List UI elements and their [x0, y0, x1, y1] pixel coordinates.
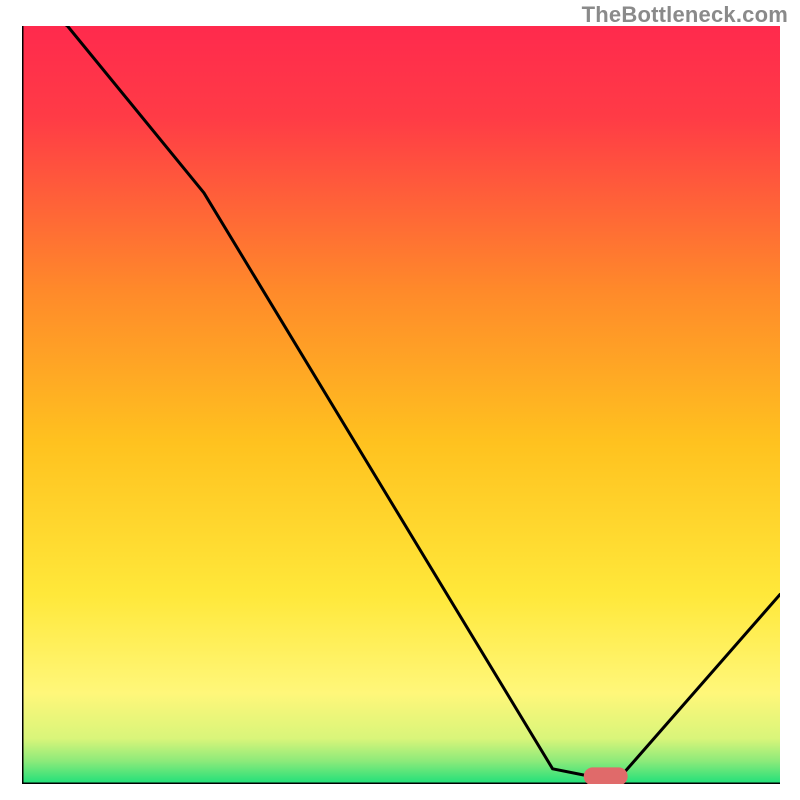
gradient-background [22, 26, 780, 784]
chart-svg [22, 26, 780, 784]
optimal-marker [584, 767, 628, 784]
bottleneck-chart [22, 26, 780, 784]
attribution-text: TheBottleneck.com [582, 2, 788, 28]
